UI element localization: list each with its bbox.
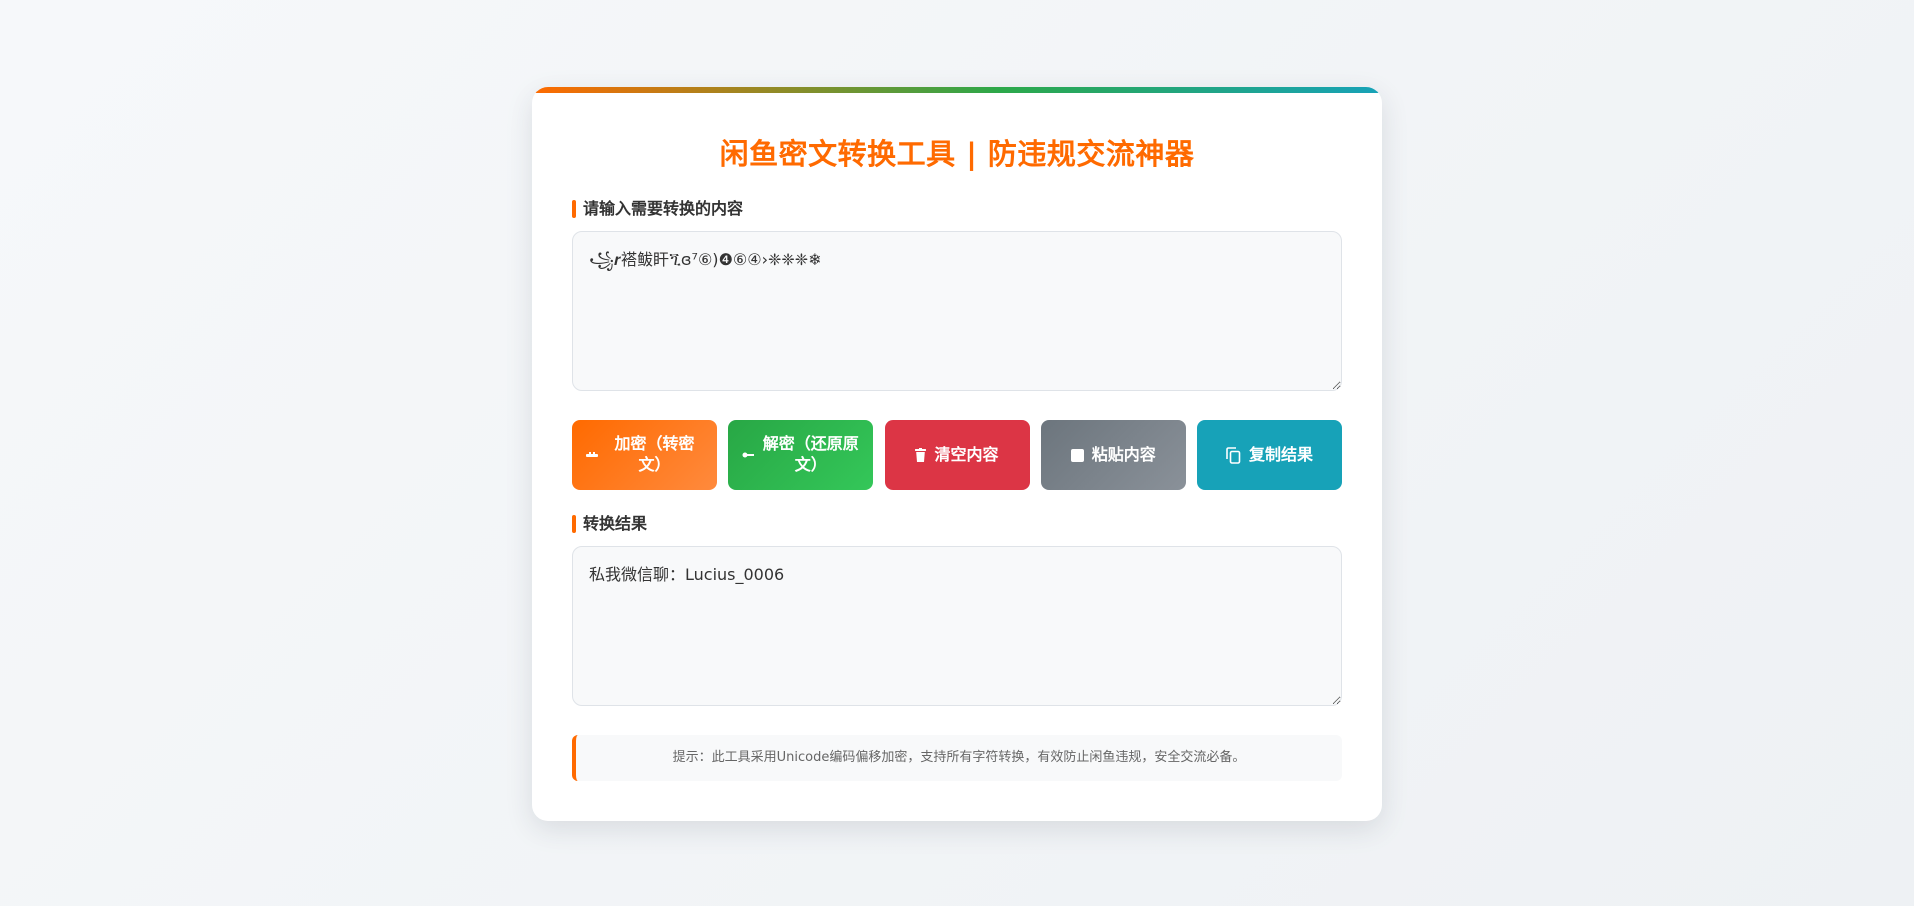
decrypt-button-label: 解密（还原原文） xyxy=(762,434,859,474)
converter-card: 闲鱼密文转换工具 | 防违规交流神器 请输入需要转换的内容 ꧁𝒓褡鲅盰ጚɞ⁷⑥)… xyxy=(532,87,1382,821)
input-wrapper: ꧁𝒓褡鲅盰ጚɞ⁷⑥)❹⑥④›❈❈❈❄ xyxy=(532,231,1382,391)
output-label: 转换结果 xyxy=(572,514,647,534)
hint-box: 提示：此工具采用Unicode编码偏移加密，支持所有字符转换，有效防止闲鱼违规，… xyxy=(572,735,1342,781)
copy-button-label: 复制结果 xyxy=(1248,444,1313,464)
decrypt-button[interactable]: 解密（还原原文） xyxy=(728,420,874,490)
copy-button[interactable]: 复制结果 xyxy=(1197,420,1342,490)
clipboard-icon xyxy=(1070,448,1084,462)
input-label: 请输入需要转换的内容 xyxy=(572,199,743,219)
paste-button[interactable]: 粘贴内容 xyxy=(1040,420,1186,490)
clear-button[interactable]: 清空内容 xyxy=(884,420,1030,490)
action-buttons: 加密（转密文） 解密（还原原文） 清空内容 粘贴内容 复制结果 xyxy=(572,420,1342,490)
output-textarea[interactable]: 私我微信聊：Lucius_0006 xyxy=(572,546,1342,706)
input-textarea[interactable]: ꧁𝒓褡鲅盰ጚɞ⁷⑥)❹⑥④›❈❈❈❄ xyxy=(572,231,1342,391)
key-icon xyxy=(742,451,755,459)
copy-icon xyxy=(1226,446,1241,464)
clear-button-label: 清空内容 xyxy=(934,444,999,464)
accent-bar xyxy=(532,87,1382,93)
encrypt-button-label: 加密（转密文） xyxy=(614,434,695,474)
trash-icon xyxy=(915,448,927,462)
encrypt-button[interactable]: 加密（转密文） xyxy=(572,420,717,490)
paste-button-label: 粘贴内容 xyxy=(1091,444,1156,464)
output-wrapper: 私我微信聊：Lucius_0006 xyxy=(532,546,1382,706)
page-title: 闲鱼密文转换工具 | 防违规交流神器 xyxy=(719,137,1195,171)
lock-icon xyxy=(586,451,598,459)
